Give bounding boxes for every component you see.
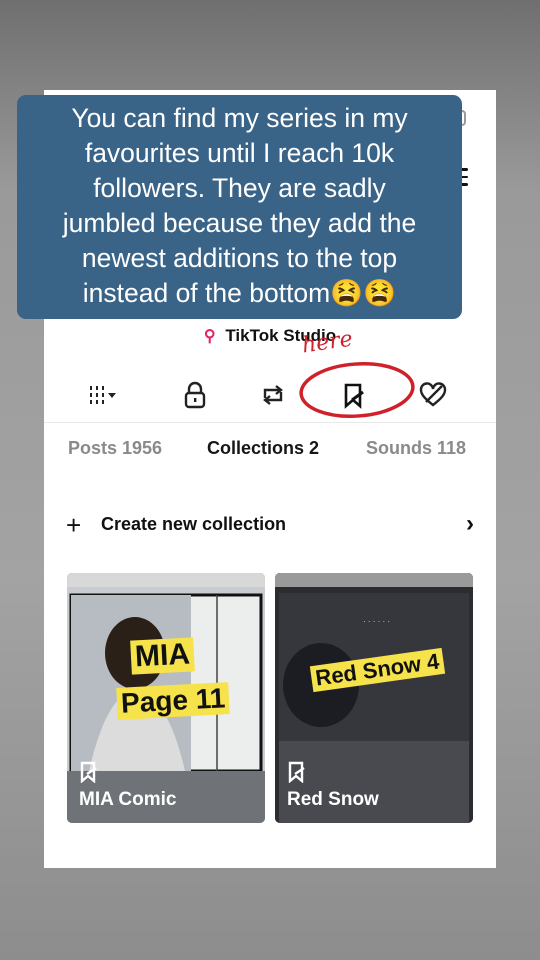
collection-card-red-snow[interactable]: · · · · · · Red Snow 4 Red Snow: [275, 573, 473, 823]
mia-overlay-page: Page 11: [116, 682, 231, 720]
mia-overlay-title: MIA: [130, 637, 195, 675]
liked-icon[interactable]: [416, 378, 450, 412]
story-caption: You can find my series in my favourites …: [17, 95, 462, 319]
collection-title: MIA Comic: [79, 789, 177, 810]
red-circle-annotation: [299, 362, 415, 418]
collection-card-mia[interactable]: MIA Page 11 MIA Comic: [67, 573, 265, 823]
collection-bookmark-icon: [288, 761, 305, 783]
caption-line: followers. They are sadly: [93, 173, 386, 203]
profile-tabs: Posts 1956 Collections 2 Sounds 118: [44, 438, 496, 464]
tiktok-studio-link[interactable]: ⚲ TikTok Studio: [44, 326, 496, 346]
red-snow-thumbnail: [275, 573, 473, 823]
tab-divider: [44, 422, 496, 423]
tab-posts[interactable]: Posts 1956: [68, 438, 162, 459]
lock-icon[interactable]: [178, 378, 212, 412]
plus-icon: +: [66, 510, 82, 540]
red-snow-small-text: · · · · · ·: [363, 617, 391, 626]
studio-user-icon: ⚲: [203, 328, 216, 345]
profile-tab-icons: [44, 362, 496, 418]
collection-title: Red Snow: [287, 789, 379, 810]
grid-dropdown-icon[interactable]: [84, 378, 118, 412]
caption-line: You can find my series in my: [71, 103, 408, 133]
caption-line: newest additions to the top: [81, 243, 398, 273]
repost-icon[interactable]: [256, 378, 290, 412]
tab-sounds[interactable]: Sounds 118: [366, 438, 466, 459]
collection-bookmark-icon: [80, 761, 97, 783]
chevron-right-icon: ›: [466, 510, 474, 537]
create-collection-label: Create new collection: [101, 514, 287, 534]
tab-collections[interactable]: Collections 2: [207, 438, 319, 459]
create-collection-row[interactable]: + Create new collection ›: [66, 510, 474, 540]
caption-line: jumbled because they add the: [62, 208, 417, 238]
caption-line: instead of the bottom😫😫: [82, 278, 397, 308]
caption-line: favourites until I reach 10k: [84, 138, 395, 168]
